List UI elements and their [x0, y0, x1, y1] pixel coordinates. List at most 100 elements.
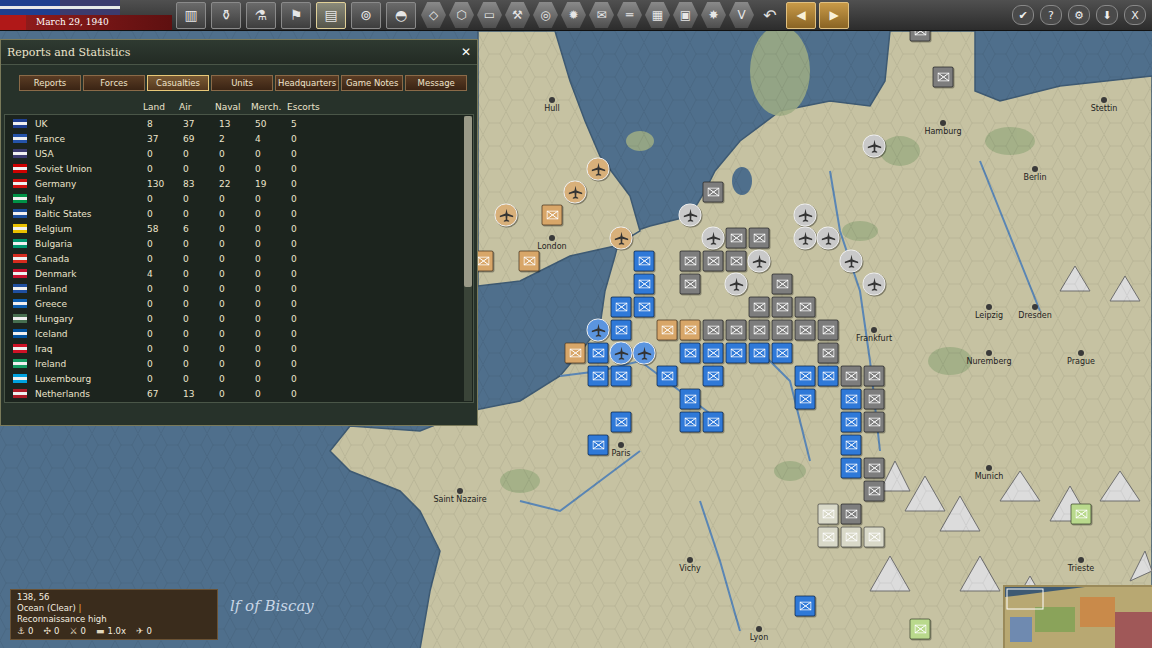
air-unit[interactable]	[587, 319, 610, 342]
minimap[interactable]	[1003, 585, 1152, 648]
table-row[interactable]: Iceland00000	[5, 326, 463, 341]
table-row[interactable]: Ireland00000	[5, 356, 463, 371]
army-unit[interactable]	[795, 389, 816, 410]
army-unit[interactable]	[841, 389, 862, 410]
toolbar-button[interactable]: ↶	[757, 2, 783, 28]
army-unit[interactable]	[795, 366, 816, 387]
toolbar-button[interactable]: ⚱	[211, 2, 241, 29]
control-button[interactable]: ✔	[1012, 5, 1034, 25]
table-row[interactable]: Netherlands6713000	[5, 386, 463, 401]
table-row[interactable]: Iraq00000	[5, 341, 463, 356]
tab[interactable]: Units	[211, 75, 273, 91]
table-row[interactable]: Bulgaria00000	[5, 236, 463, 251]
table-row[interactable]: UK83713505	[5, 116, 463, 131]
toolbar-button[interactable]: ⚑	[281, 2, 311, 29]
army-unit[interactable]	[703, 251, 724, 272]
air-unit[interactable]	[610, 342, 633, 365]
air-unit[interactable]	[863, 135, 886, 158]
army-unit[interactable]	[841, 458, 862, 479]
toolbar-button[interactable]: ◓	[386, 2, 416, 29]
army-unit[interactable]	[657, 320, 678, 341]
toolbar-button[interactable]: ▣	[673, 2, 698, 28]
army-unit[interactable]	[795, 596, 816, 617]
toolbar-button[interactable]: ◀	[786, 2, 816, 29]
army-unit[interactable]	[749, 320, 770, 341]
control-button[interactable]: ⚙	[1068, 5, 1090, 25]
army-unit[interactable]	[818, 527, 839, 548]
army-unit[interactable]	[772, 297, 793, 318]
table-row[interactable]: Baltic States00000	[5, 206, 463, 221]
army-unit[interactable]	[703, 320, 724, 341]
army-unit[interactable]	[818, 366, 839, 387]
toolbar-button[interactable]: ▶	[819, 2, 849, 29]
army-unit[interactable]	[588, 343, 609, 364]
army-unit[interactable]	[864, 412, 885, 433]
toolbar-button[interactable]: ◇	[421, 2, 446, 28]
army-unit[interactable]	[910, 31, 931, 42]
army-unit[interactable]	[726, 343, 747, 364]
army-unit[interactable]	[864, 389, 885, 410]
toolbar-button[interactable]: ✸	[701, 2, 726, 28]
army-unit[interactable]	[933, 67, 954, 88]
army-unit[interactable]	[703, 343, 724, 364]
tab[interactable]: Message	[405, 75, 467, 91]
army-unit[interactable]	[841, 527, 862, 548]
army-unit[interactable]	[703, 412, 724, 433]
toolbar-button[interactable]: ▦	[645, 2, 670, 28]
army-unit[interactable]	[680, 343, 701, 364]
air-unit[interactable]	[495, 204, 518, 227]
army-unit[interactable]	[1071, 504, 1092, 525]
army-unit[interactable]	[864, 527, 885, 548]
tab[interactable]: Casualties	[147, 75, 209, 91]
close-button[interactable]: ✕	[461, 45, 471, 59]
army-unit[interactable]	[611, 297, 632, 318]
army-unit[interactable]	[864, 366, 885, 387]
table-row[interactable]: USA00000	[5, 146, 463, 161]
air-unit[interactable]	[794, 227, 817, 250]
army-unit[interactable]	[864, 458, 885, 479]
table-row[interactable]: France3769240	[5, 131, 463, 146]
control-button[interactable]: ?	[1040, 5, 1062, 25]
toolbar-button[interactable]: ◎	[533, 2, 558, 28]
tab[interactable]: Game Notes	[341, 75, 403, 91]
army-unit[interactable]	[749, 343, 770, 364]
army-unit[interactable]	[680, 412, 701, 433]
table-row[interactable]: Canada00000	[5, 251, 463, 266]
army-unit[interactable]	[611, 366, 632, 387]
army-unit[interactable]	[634, 251, 655, 272]
army-unit[interactable]	[565, 343, 586, 364]
toolbar-button[interactable]: ⊚	[351, 2, 381, 29]
air-unit[interactable]	[702, 227, 725, 250]
army-unit[interactable]	[611, 320, 632, 341]
air-unit[interactable]	[587, 158, 610, 181]
army-unit[interactable]	[588, 366, 609, 387]
army-unit[interactable]	[726, 320, 747, 341]
toolbar-button[interactable]: ⚒	[505, 2, 530, 28]
air-unit[interactable]	[564, 181, 587, 204]
army-unit[interactable]	[680, 251, 701, 272]
army-unit[interactable]	[749, 297, 770, 318]
toolbar-button[interactable]: V	[729, 2, 754, 28]
toolbar-button[interactable]: ═	[617, 2, 642, 28]
air-unit[interactable]	[840, 250, 863, 273]
air-unit[interactable]	[679, 204, 702, 227]
army-unit[interactable]	[795, 297, 816, 318]
tab[interactable]: Headquarters	[275, 75, 339, 91]
army-unit[interactable]	[749, 228, 770, 249]
army-unit[interactable]	[588, 435, 609, 456]
toolbar-button[interactable]: ⚗	[246, 2, 276, 29]
control-button[interactable]: ⬇	[1096, 5, 1118, 25]
army-unit[interactable]	[703, 366, 724, 387]
toolbar-button[interactable]: ▭	[477, 2, 502, 28]
army-unit[interactable]	[680, 389, 701, 410]
tab[interactable]: Forces	[83, 75, 145, 91]
table-row[interactable]: Italy00000	[5, 191, 463, 206]
toolbar-button[interactable]: ⬡	[449, 2, 474, 28]
army-unit[interactable]	[680, 274, 701, 295]
army-unit[interactable]	[542, 205, 563, 226]
air-unit[interactable]	[863, 273, 886, 296]
army-unit[interactable]	[634, 274, 655, 295]
army-unit[interactable]	[611, 412, 632, 433]
air-unit[interactable]	[725, 273, 748, 296]
table-row[interactable]: Belgium586000	[5, 221, 463, 236]
